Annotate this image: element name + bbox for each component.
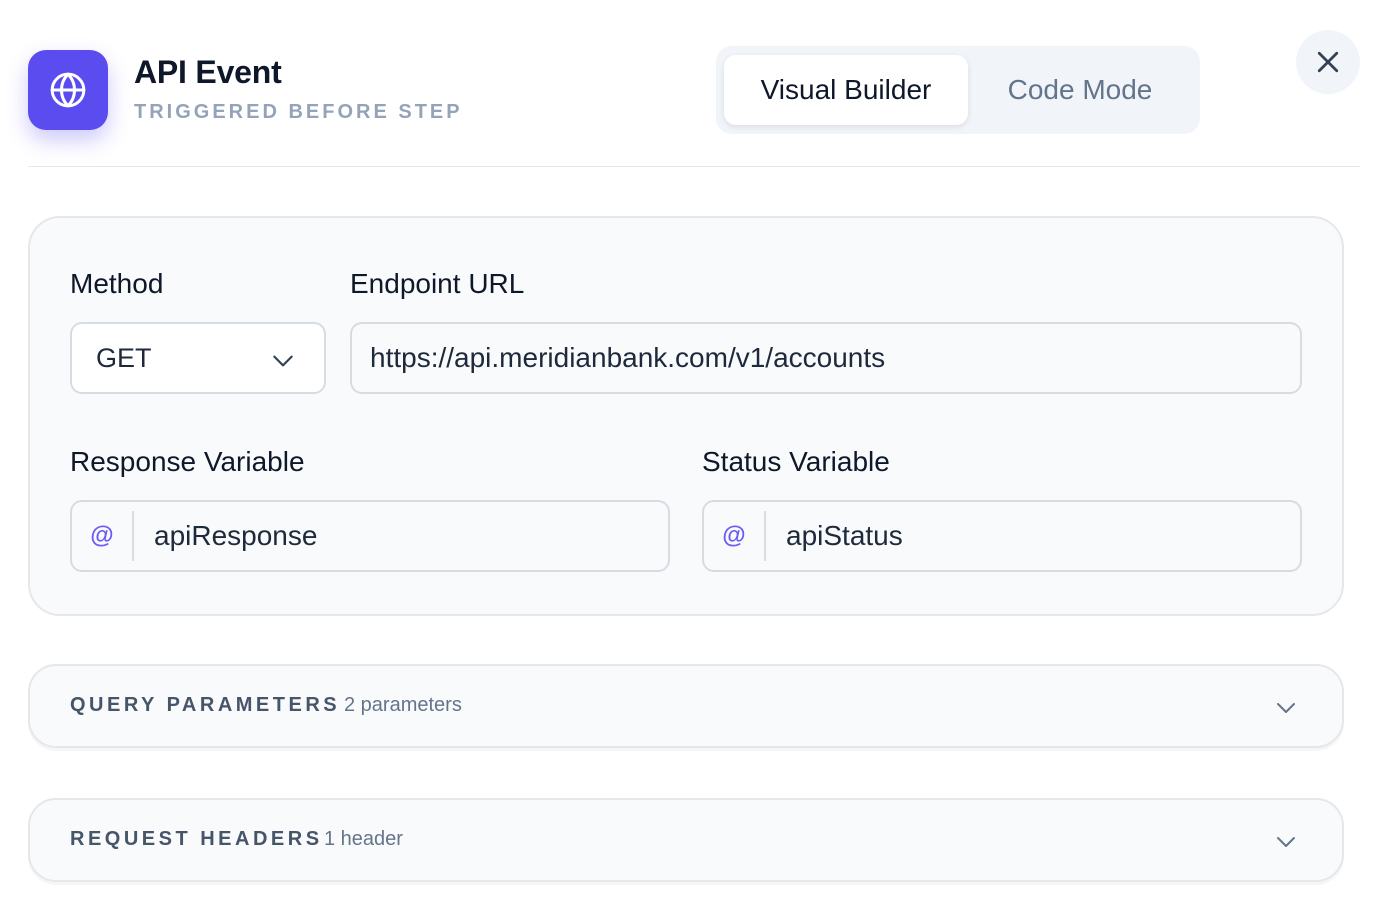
mode-toggle: Visual Builder Code Mode (716, 46, 1200, 134)
section-count: 2 parameters (344, 694, 462, 716)
endpoint-url-input[interactable]: https://api.meridianbank.com/v1/accounts (350, 322, 1302, 394)
chevron-down-icon (1277, 837, 1295, 847)
at-sign-icon: @ (72, 511, 134, 561)
panel-subtitle: TRIGGERED BEFORE STEP (134, 101, 463, 123)
status-variable-input[interactable]: @ apiStatus (702, 500, 1302, 572)
request-config-card: Method Endpoint URL GET https://api.meri… (28, 216, 1344, 616)
section-title: QUERY PARAMETERS (70, 694, 341, 716)
status-variable-value: apiStatus (786, 520, 903, 551)
api-event-panel: API Event TRIGGERED BEFORE STEP Visual B… (0, 0, 1386, 912)
query-parameters-section[interactable]: QUERY PARAMETERS 2 parameters (28, 664, 1344, 748)
method-label: Method (70, 268, 164, 299)
section-title: REQUEST HEADERS (70, 828, 323, 850)
section-count: 1 header (324, 828, 403, 850)
chevron-down-icon (273, 355, 293, 367)
close-button[interactable] (1296, 30, 1360, 94)
at-sign-icon: @ (704, 511, 766, 561)
request-headers-section[interactable]: REQUEST HEADERS 1 header (28, 798, 1344, 882)
method-value: GET (96, 342, 152, 373)
response-variable-input[interactable]: @ apiResponse (70, 500, 670, 572)
response-variable-value: apiResponse (154, 520, 318, 551)
globe-icon (28, 50, 108, 130)
response-variable-label: Response Variable (70, 446, 305, 477)
endpoint-url-label: Endpoint URL (350, 268, 525, 299)
code-mode-tab[interactable]: Code Mode (968, 55, 1192, 125)
panel-header: API Event TRIGGERED BEFORE STEP Visual B… (28, 30, 1360, 166)
chevron-down-icon (1277, 703, 1295, 713)
panel-title: API Event (134, 54, 282, 90)
close-icon (1317, 51, 1339, 73)
method-select[interactable]: GET (70, 322, 326, 394)
endpoint-url-value: https://api.meridianbank.com/v1/accounts (370, 342, 886, 373)
header-divider (28, 166, 1360, 167)
visual-builder-tab[interactable]: Visual Builder (724, 55, 968, 125)
status-variable-label: Status Variable (702, 446, 890, 477)
